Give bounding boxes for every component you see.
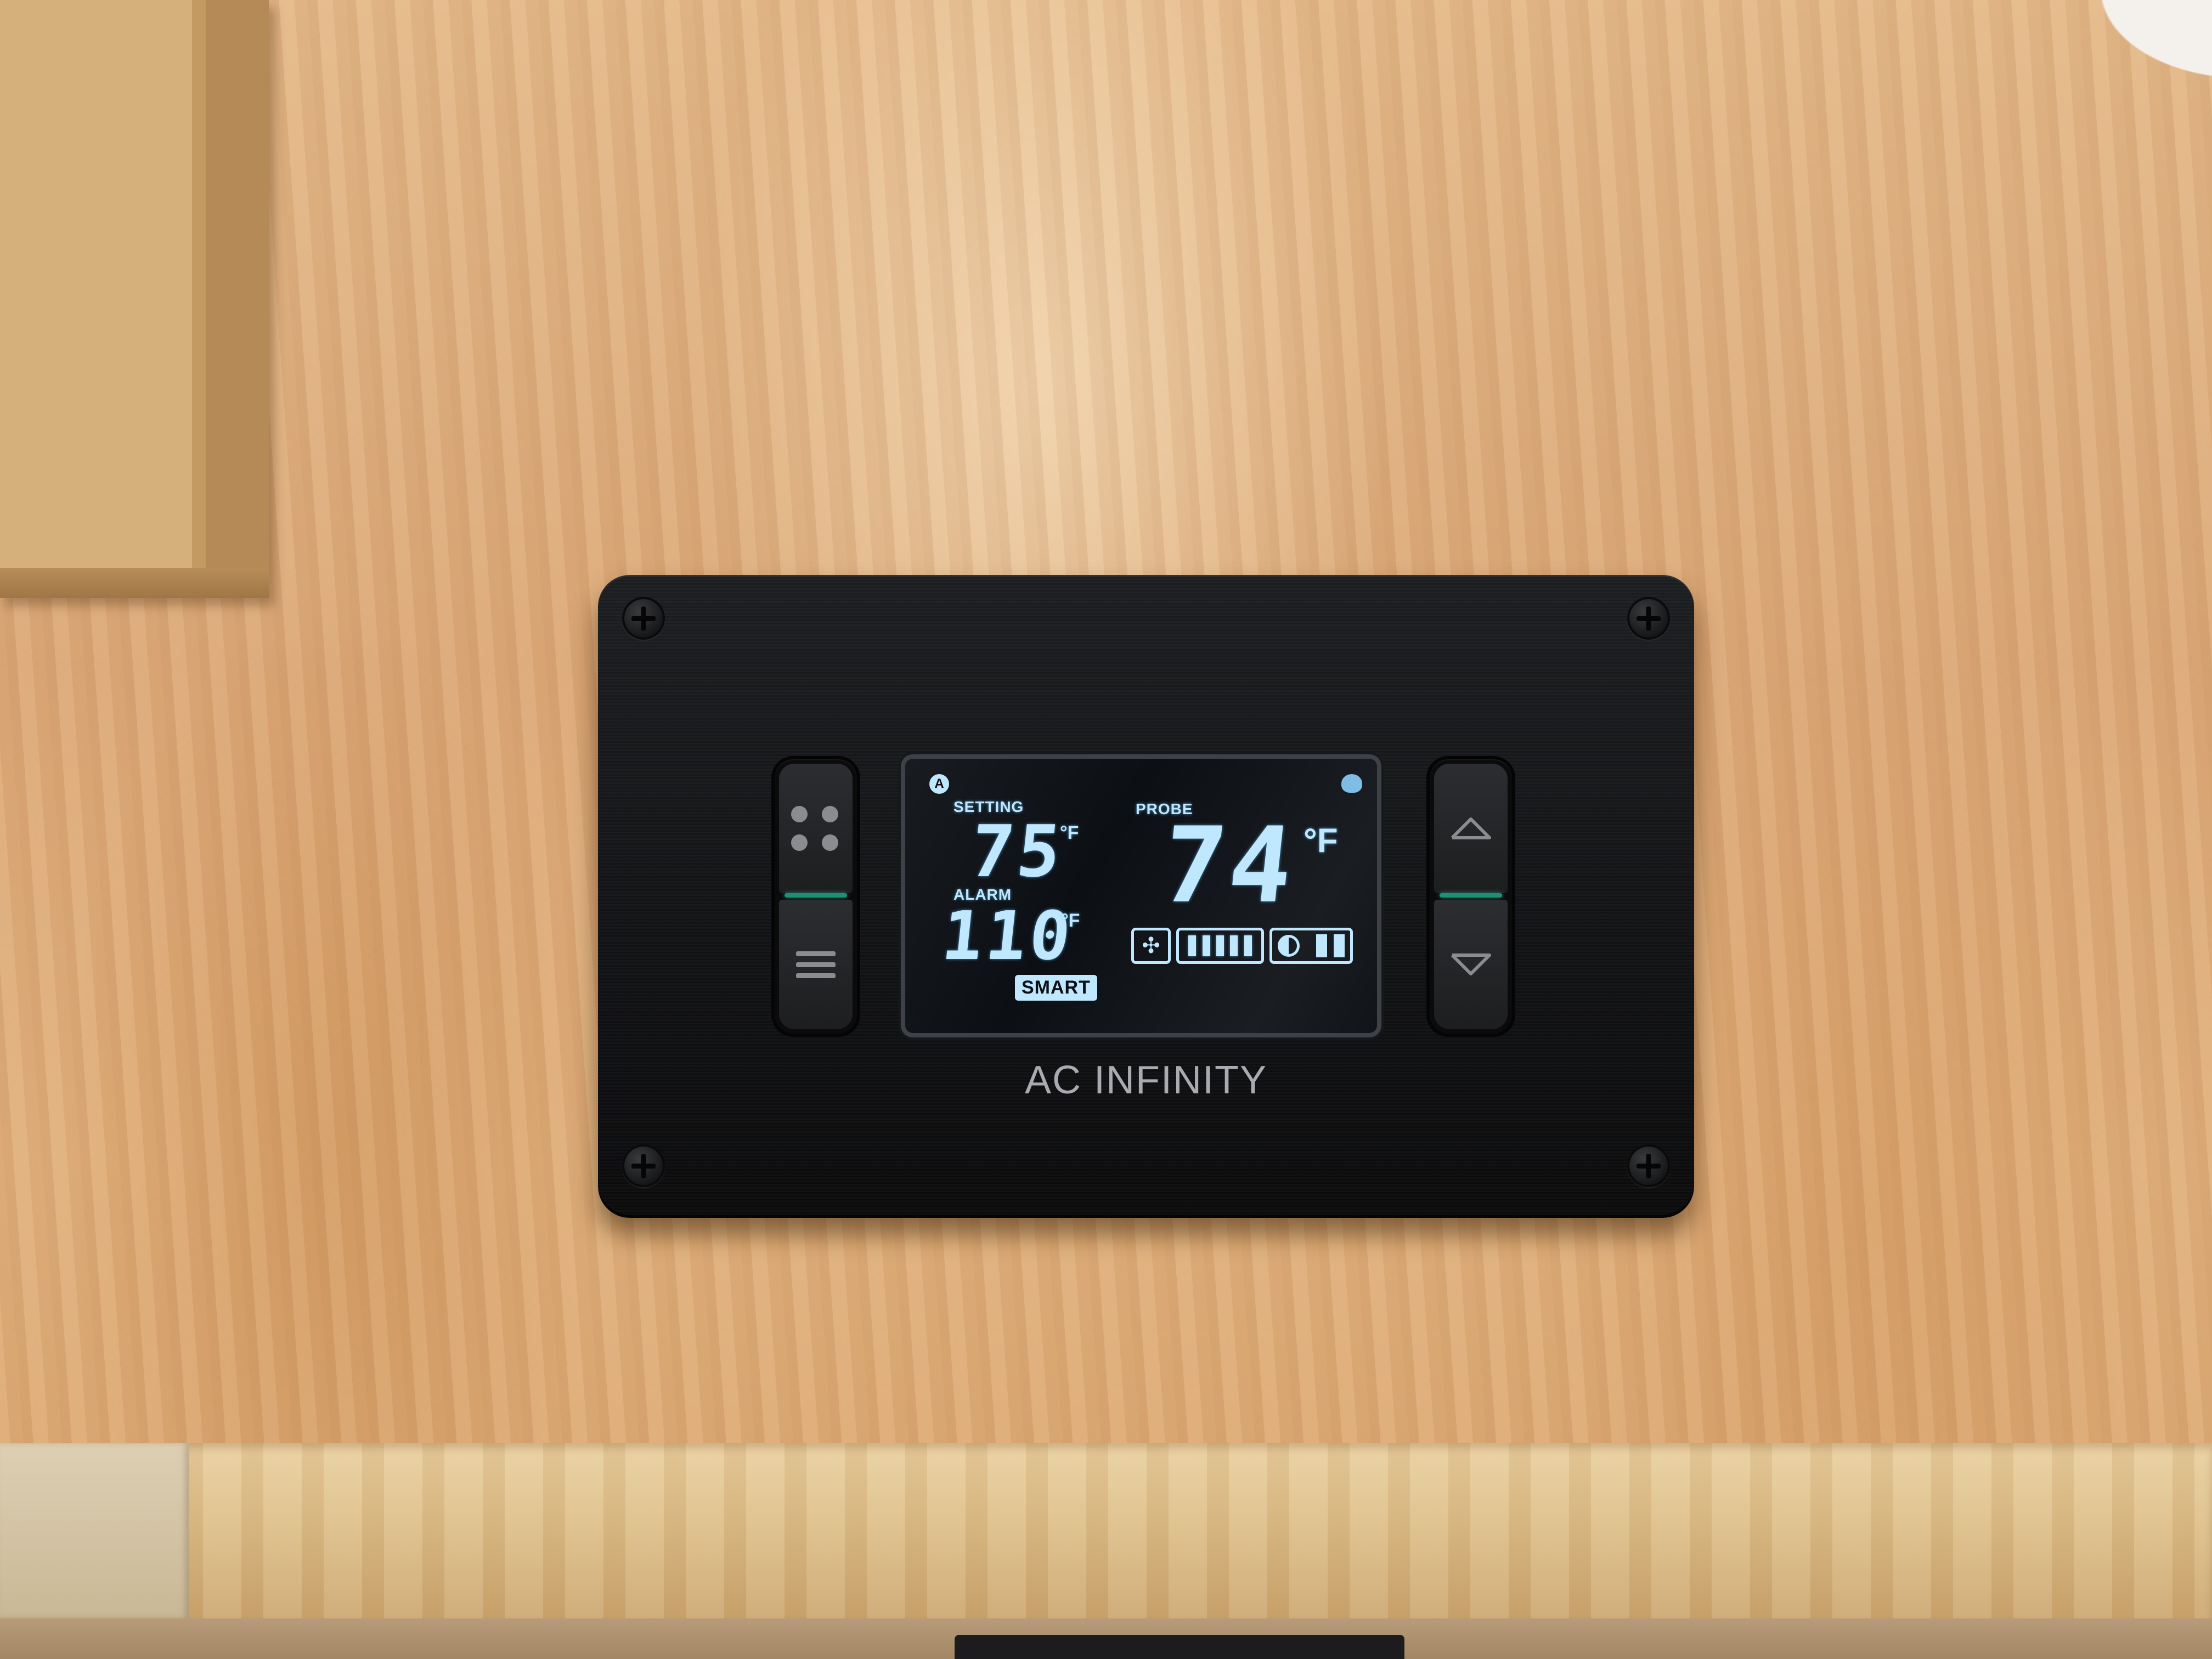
right-button-group bbox=[1430, 759, 1512, 1034]
indicator-strip bbox=[1440, 893, 1502, 898]
probe-unit: °F bbox=[1304, 822, 1338, 860]
left-button-group bbox=[775, 759, 857, 1034]
thermostat-controller: A SETTING 75 °F ALARM 110 °F PROBE 74 °F… bbox=[598, 575, 1694, 1218]
probe-value: 74 bbox=[1156, 805, 1302, 926]
up-button[interactable] bbox=[1434, 764, 1508, 893]
bench-edge-end bbox=[0, 1443, 189, 1618]
fan-icon: ✣ bbox=[1131, 928, 1171, 964]
down-button[interactable] bbox=[1434, 900, 1508, 1029]
auto-mode-badge: A bbox=[929, 774, 949, 794]
setting-unit: °F bbox=[1060, 822, 1079, 843]
lcd-display: A SETTING 75 °F ALARM 110 °F PROBE 74 °F… bbox=[905, 759, 1377, 1033]
screw-icon bbox=[622, 1144, 665, 1187]
screw-icon bbox=[622, 597, 665, 640]
mode-status-box bbox=[1269, 928, 1353, 964]
menu-lines-icon bbox=[796, 945, 836, 984]
white-plate bbox=[2015, 0, 2212, 93]
fan-level-segment bbox=[1188, 935, 1197, 956]
bench-front-edge bbox=[0, 1443, 2212, 1618]
arrow-up-icon bbox=[1451, 817, 1491, 839]
alarm-value: 110 bbox=[938, 897, 1077, 975]
screw-icon bbox=[1627, 597, 1670, 640]
brand-logo: AC INFINITY bbox=[1024, 1058, 1267, 1102]
fan-level-segment bbox=[1244, 935, 1252, 956]
screw-icon bbox=[1627, 1144, 1670, 1187]
fan-level-segment bbox=[1202, 935, 1210, 956]
pause-icon bbox=[1316, 934, 1345, 957]
four-dots-icon bbox=[791, 806, 840, 851]
fan-level-segment bbox=[1230, 935, 1238, 956]
mode-button[interactable] bbox=[779, 764, 853, 893]
indicator-strip bbox=[785, 893, 847, 898]
mdf-board bbox=[0, 0, 269, 598]
alarm-unit: °F bbox=[1061, 910, 1080, 931]
fan-level-bar bbox=[1176, 928, 1264, 964]
arrow-down-icon bbox=[1451, 953, 1491, 975]
setting-value: 75 bbox=[967, 810, 1068, 893]
probe-icon bbox=[1341, 774, 1362, 793]
smart-mode-badge: SMART bbox=[1015, 975, 1097, 1001]
fan-level-segment bbox=[1216, 935, 1224, 956]
half-moon-icon bbox=[1278, 935, 1300, 957]
menu-button[interactable] bbox=[779, 900, 853, 1029]
dark-object bbox=[955, 1635, 1404, 1659]
